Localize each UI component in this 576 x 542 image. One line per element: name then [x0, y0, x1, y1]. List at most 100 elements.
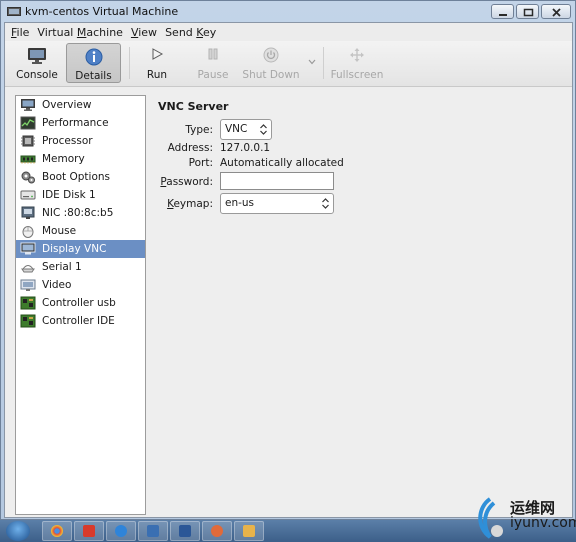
window-title: kvm-centos Virtual Machine [25, 5, 179, 18]
sidebar-item-label: IDE Disk 1 [42, 189, 96, 201]
monitor-icon [21, 99, 35, 111]
watermark-logo-icon [478, 497, 503, 539]
fullscreen-arrows-icon [350, 48, 364, 62]
sidebar-item-label: Performance [42, 117, 109, 129]
sidebar-item-controller-ide[interactable]: Controller IDE [16, 312, 145, 330]
close-button[interactable] [541, 4, 571, 19]
sidebar-item-label: Controller usb [42, 297, 116, 309]
keymap-label: Keymap: [167, 198, 213, 210]
shutdown-menu-arrow-icon[interactable] [308, 59, 316, 65]
details-panel: VNC Server Type: VNC Address: 127.0.0.1 … [155, 95, 570, 515]
sidebar-item-label: Video [42, 279, 72, 291]
title-bar[interactable]: kvm-centos Virtual Machine [1, 1, 575, 23]
window-controls [491, 4, 571, 19]
section-title: VNC Server [158, 100, 229, 113]
memory-module-icon [20, 155, 36, 164]
window-client-area: File Virtual Machine View Send Key Conso… [4, 22, 573, 518]
sidebar-item-label: Mouse [42, 225, 77, 237]
spin-arrows-icon [260, 124, 267, 135]
sidebar-item-memory[interactable]: Memory [16, 150, 145, 168]
sidebar-item-boot-options[interactable]: Boot Options [16, 168, 145, 186]
fullscreen-label: Fullscreen [330, 69, 384, 81]
app-window: kvm-centos Virtual Machine File Virtual … [0, 0, 576, 520]
tools-icon [243, 525, 255, 537]
info-icon [85, 48, 102, 66]
sidebar-item-controller-usb[interactable]: Controller usb [16, 294, 145, 312]
hard-disk-icon [20, 190, 36, 200]
toolbar-separator [129, 47, 130, 79]
run-button[interactable]: Run [137, 43, 177, 83]
sidebar-item-mouse[interactable]: Mouse [16, 222, 145, 240]
menu-bar: File Virtual Machine View Send Key [5, 23, 572, 41]
keymap-select[interactable]: en-us [220, 193, 334, 214]
menu-view[interactable]: View [131, 26, 157, 39]
taskbar-app-tools[interactable] [234, 521, 264, 541]
network-card-icon [21, 206, 35, 219]
taskbar-app-orange[interactable] [202, 521, 232, 541]
taskbar-chrome[interactable] [42, 521, 72, 541]
menu-virtual-machine[interactable]: Virtual Machine [37, 26, 123, 39]
sidebar-item-label: Overview [42, 99, 92, 111]
sidebar-item-label: Controller IDE [42, 315, 115, 327]
maximize-button[interactable] [516, 4, 539, 19]
password-label: Password: [160, 176, 213, 188]
taskbar-app-blue[interactable] [106, 521, 136, 541]
sidebar-item-label: Memory [42, 153, 85, 165]
details-button[interactable]: Details [66, 43, 121, 83]
port-label: Port: [188, 157, 213, 169]
sidebar-item-processor[interactable]: Processor [16, 132, 145, 150]
toolbar: Console Details Run Pause Shut Down Full… [5, 41, 572, 87]
play-icon [152, 48, 164, 60]
sidebar-item-video[interactable]: Video [16, 276, 145, 294]
sidebar-item-display-vnc[interactable]: Display VNC [16, 240, 145, 258]
pause-button[interactable]: Pause [193, 43, 233, 83]
menu-file[interactable]: File [11, 26, 29, 39]
performance-graph-icon [20, 116, 36, 130]
gears-icon [21, 171, 35, 184]
keymap-value: en-us [225, 197, 255, 209]
minimize-button[interactable] [491, 4, 514, 19]
type-label: Type: [185, 124, 213, 136]
sidebar-item-label: Serial 1 [42, 261, 82, 273]
serial-port-icon [21, 265, 35, 273]
sidebar-item-overview[interactable]: Overview [16, 96, 145, 114]
taskbar-app-red[interactable] [74, 521, 104, 541]
address-label: Address: [167, 142, 213, 154]
shutdown-button[interactable]: Shut Down [241, 43, 301, 83]
sidebar-item-serial-1[interactable]: Serial 1 [16, 258, 145, 276]
taskbar-media[interactable] [138, 521, 168, 541]
hardware-list: Overview Performance Processor Memory Bo… [15, 95, 146, 515]
watermark-line2: iyunv.com [510, 515, 576, 531]
sidebar-item-label: Processor [42, 135, 93, 147]
video-card-icon [20, 279, 36, 291]
controller-board-icon [20, 296, 36, 310]
sidebar-item-nic[interactable]: NIC :80:8c:b5 [16, 204, 145, 222]
fullscreen-button[interactable]: Fullscreen [329, 43, 385, 83]
mouse-icon [22, 226, 34, 238]
app-blue-icon [115, 525, 127, 537]
chrome-icon [51, 525, 63, 537]
pause-label: Pause [197, 69, 229, 81]
watermark: 运维网 iyunv.com [472, 495, 576, 540]
console-label: Console [16, 69, 58, 81]
console-button[interactable]: Console [11, 43, 63, 83]
menu-send-key[interactable]: Send Key [165, 26, 216, 39]
password-field[interactable] [220, 172, 334, 190]
word-icon [179, 525, 191, 537]
sidebar-item-ide-disk-1[interactable]: IDE Disk 1 [16, 186, 145, 204]
media-play-icon [147, 525, 159, 537]
spin-arrows-icon [322, 198, 329, 209]
toolbar-separator [323, 47, 324, 79]
run-label: Run [146, 69, 168, 81]
virt-manager-icon [7, 7, 21, 16]
app-red-icon [83, 525, 95, 537]
type-select[interactable]: VNC [220, 119, 272, 140]
sidebar-item-label: Boot Options [42, 171, 111, 183]
taskbar-word[interactable] [170, 521, 200, 541]
type-value: VNC [225, 123, 248, 135]
start-button[interactable] [6, 521, 30, 541]
sidebar-item-performance[interactable]: Performance [16, 114, 145, 132]
cpu-chip-icon [21, 135, 35, 147]
pause-icon [208, 48, 218, 60]
details-label: Details [75, 70, 112, 82]
